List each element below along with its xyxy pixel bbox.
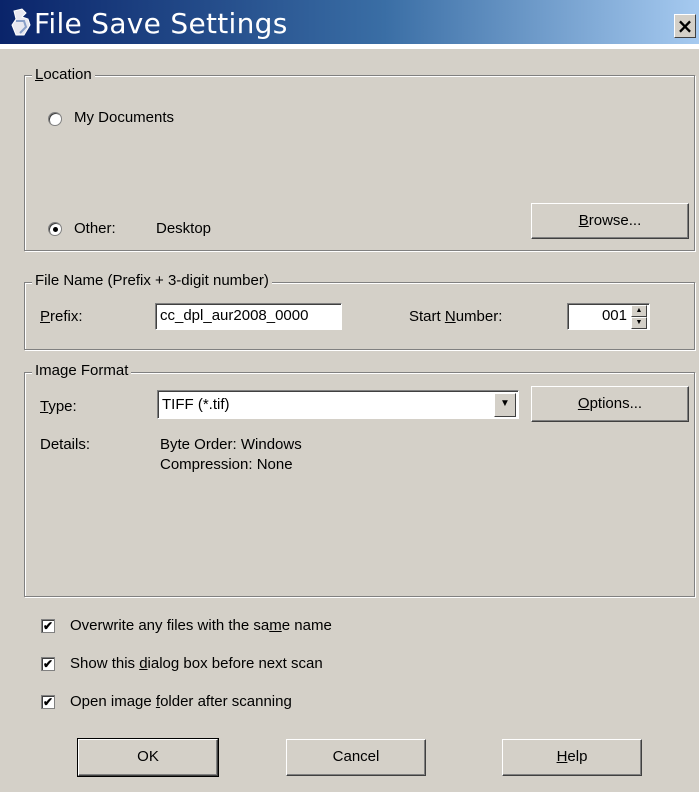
details-byte-order: Byte Order: Windows (160, 436, 302, 453)
checkmark-icon: ✔ (42, 695, 54, 709)
other-radio[interactable] (48, 222, 62, 236)
my-documents-label[interactable]: My Documents (74, 109, 174, 126)
cancel-button[interactable]: Cancel (286, 739, 426, 776)
details-compression: Compression: None (160, 456, 293, 473)
type-dropdown-button[interactable]: ▼ (494, 393, 516, 417)
scanner-hand-icon (11, 8, 31, 36)
other-path-value: Desktop (156, 220, 212, 237)
ok-button[interactable]: OK (77, 738, 219, 777)
browse-button[interactable]: Browse... (531, 203, 689, 239)
chevron-down-icon: ▼ (500, 398, 510, 409)
title-bar[interactable]: File Save Settings × (0, 0, 699, 44)
show-dialog-label[interactable]: Show this dialog box before next scan (70, 655, 323, 672)
prefix-input[interactable]: cc_dpl_aur2008_0000 (155, 303, 342, 330)
open-folder-label[interactable]: Open image folder after scanning (70, 693, 292, 710)
details-label: Details: (40, 436, 91, 453)
help-button[interactable]: Help (502, 739, 642, 776)
overwrite-label[interactable]: Overwrite any files with the same name (70, 617, 332, 634)
spin-up-button[interactable]: ▲ (631, 305, 647, 317)
close-button[interactable]: × (674, 14, 696, 38)
title-separator (0, 44, 699, 49)
close-icon: × (676, 14, 694, 38)
checkmark-icon: ✔ (42, 657, 54, 671)
image-format-legend: Image Format (32, 362, 132, 379)
show-dialog-checkbox[interactable]: ✔ (41, 657, 55, 671)
file-name-legend: File Name (Prefix + 3-digit number) (32, 272, 272, 289)
arrow-up-icon: ▲ (635, 307, 643, 314)
arrow-down-icon: ▼ (635, 319, 643, 326)
type-label: Type: (40, 398, 77, 415)
my-documents-radio[interactable] (48, 112, 62, 126)
start-number-label: Start Number: (409, 308, 503, 325)
overwrite-checkbox[interactable]: ✔ (41, 619, 55, 633)
options-button[interactable]: Options... (531, 386, 689, 422)
type-select[interactable]: TIFF (*.tif) (157, 390, 519, 419)
other-label[interactable]: Other: (74, 220, 116, 237)
open-folder-checkbox[interactable]: ✔ (41, 695, 55, 709)
window-title: File Save Settings (34, 7, 288, 40)
prefix-label: Prefix: (40, 308, 83, 325)
spin-down-button[interactable]: ▼ (631, 317, 647, 329)
location-legend: Location (32, 66, 95, 83)
checkmark-icon: ✔ (42, 619, 54, 633)
